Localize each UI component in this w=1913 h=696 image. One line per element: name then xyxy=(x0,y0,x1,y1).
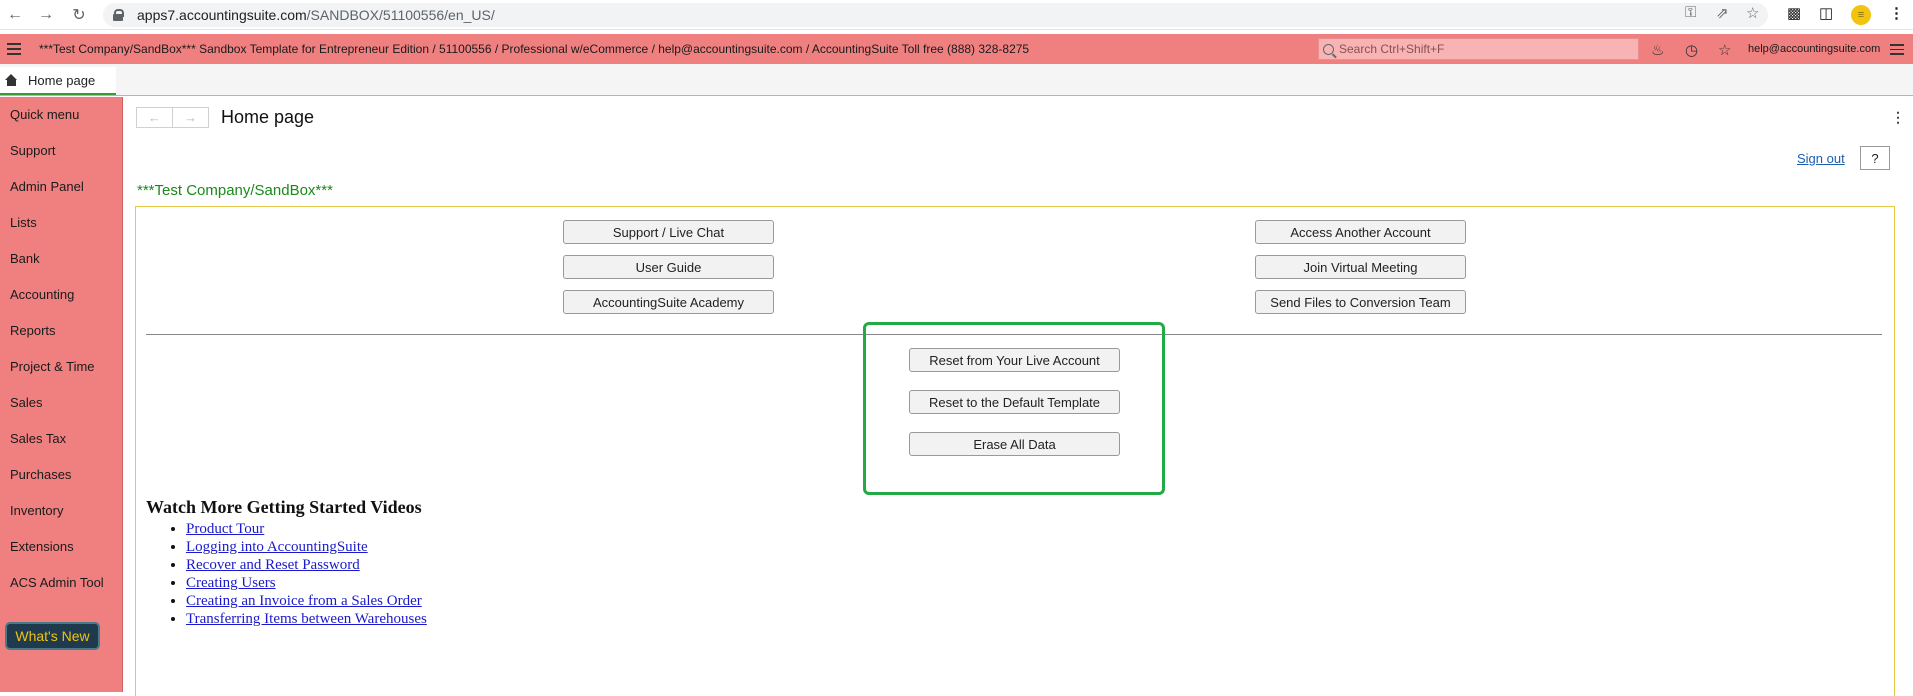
support-live-chat-button[interactable]: Support / Live Chat xyxy=(563,220,774,244)
list-item: Creating an Invoice from a Sales Order xyxy=(186,592,427,610)
join-virtual-meeting-button[interactable]: Join Virtual Meeting xyxy=(1255,255,1466,279)
sidebar-item-extensions[interactable]: Extensions xyxy=(10,539,74,554)
search-input[interactable] xyxy=(1339,42,1629,56)
star-icon[interactable]: ☆ xyxy=(1746,4,1759,22)
sidebar-item-accounting[interactable]: Accounting xyxy=(10,287,74,302)
video-link-reset-password[interactable]: Recover and Reset Password xyxy=(186,557,360,573)
help-button[interactable]: ? xyxy=(1860,146,1890,170)
tab-home-page[interactable]: Home page xyxy=(0,67,116,95)
video-link-product-tour[interactable]: Product Tour xyxy=(186,521,264,537)
sidebar-item-admin-panel[interactable]: Admin Panel xyxy=(10,179,84,194)
list-item: Product Tour xyxy=(186,520,427,538)
key-icon[interactable]: ⚿ xyxy=(1685,4,1696,21)
reset-default-template-button[interactable]: Reset to the Default Template xyxy=(909,390,1120,414)
sidebar-item-project-time[interactable]: Project & Time xyxy=(10,359,95,374)
sidebar-item-reports[interactable]: Reports xyxy=(10,323,56,338)
history-icon[interactable]: ◷ xyxy=(1685,41,1698,59)
tab-label: Home page xyxy=(28,72,96,88)
reload-icon[interactable]: ↻ xyxy=(68,4,90,26)
whats-new-button[interactable]: What's New xyxy=(5,622,100,650)
list-item: Creating Users xyxy=(186,574,427,592)
search-icon xyxy=(1323,43,1334,55)
send-files-button[interactable]: Send Files to Conversion Team xyxy=(1255,290,1466,314)
page-title: Home page xyxy=(221,107,315,127)
sidebar-item-sales[interactable]: Sales xyxy=(10,395,43,410)
address-bar[interactable]: apps7.accountingsuite.com/SANDBOX/511005… xyxy=(103,3,1768,27)
home-icon xyxy=(5,74,18,86)
global-search[interactable] xyxy=(1318,38,1639,60)
home-panel: Support / Live Chat User Guide Accountin… xyxy=(135,206,1895,696)
sidebar-item-lists[interactable]: Lists xyxy=(10,215,37,230)
forward-icon[interactable]: → xyxy=(35,4,57,26)
user-email[interactable]: help@accountingsuite.com xyxy=(1748,43,1880,55)
bell-icon[interactable]: ♨ xyxy=(1651,41,1664,59)
video-link-logging-in[interactable]: Logging into AccountingSuite xyxy=(186,539,368,555)
sidebar-item-acs-admin-tool[interactable]: ACS Admin Tool xyxy=(10,575,104,590)
kebab-icon[interactable]: ⋮ xyxy=(1891,109,1905,126)
sidebar-item-bank[interactable]: Bank xyxy=(10,251,40,266)
access-another-account-button[interactable]: Access Another Account xyxy=(1255,220,1466,244)
list-item: Recover and Reset Password xyxy=(186,556,427,574)
video-link-transferring-items[interactable]: Transferring Items between Warehouses xyxy=(186,611,427,627)
history-back-icon[interactable]: ← xyxy=(137,108,173,127)
main-content: ← → Home page ⋮ Sign out ? ***Test Compa… xyxy=(124,97,1913,696)
lock-icon xyxy=(113,9,124,21)
favorite-icon[interactable]: ☆ xyxy=(1718,41,1731,59)
company-name: ***Test Company/SandBox*** xyxy=(137,182,333,199)
sidebar-item-support[interactable]: Support xyxy=(10,143,56,158)
sidebar: Quick menu Support Admin Panel Lists Ban… xyxy=(0,97,123,692)
sidebar-icon[interactable]: ◫ xyxy=(1819,4,1833,22)
profile-avatar[interactable]: ≡ xyxy=(1851,5,1871,25)
sign-out-link[interactable]: Sign out xyxy=(1797,151,1845,166)
back-icon[interactable]: ← xyxy=(4,4,26,26)
academy-button[interactable]: AccountingSuite Academy xyxy=(563,290,774,314)
extensions-icon[interactable]: ▩ xyxy=(1787,4,1801,22)
settings-menu-icon[interactable] xyxy=(1890,44,1904,55)
videos-heading: Watch More Getting Started Videos xyxy=(146,497,422,517)
list-item: Transferring Items between Warehouses xyxy=(186,610,427,628)
share-icon[interactable]: ⇗ xyxy=(1716,4,1729,22)
user-guide-button[interactable]: User Guide xyxy=(563,255,774,279)
history-forward-icon[interactable]: → xyxy=(173,108,208,127)
sidebar-item-quick-menu[interactable]: Quick menu xyxy=(10,107,79,122)
videos-list: Product Tour Logging into AccountingSuit… xyxy=(186,520,427,628)
sidebar-item-purchases[interactable]: Purchases xyxy=(10,467,71,482)
sidebar-item-sales-tax[interactable]: Sales Tax xyxy=(10,431,66,446)
list-item: Logging into AccountingSuite xyxy=(186,538,427,556)
url-text: apps7.accountingsuite.com/SANDBOX/511005… xyxy=(137,7,495,23)
browser-menu-icon[interactable]: ⋮ xyxy=(1889,4,1904,22)
video-link-creating-users[interactable]: Creating Users xyxy=(186,575,276,591)
app-header: ***Test Company/SandBox*** Sandbox Templ… xyxy=(0,34,1913,64)
history-nav: ← → xyxy=(136,107,209,128)
menu-icon[interactable] xyxy=(7,43,21,55)
sidebar-item-inventory[interactable]: Inventory xyxy=(10,503,63,518)
erase-all-data-button[interactable]: Erase All Data xyxy=(909,432,1120,456)
browser-toolbar: ← → ↻ apps7.accountingsuite.com/SANDBOX/… xyxy=(0,0,1913,30)
tab-bar: Home page xyxy=(0,64,1913,96)
video-link-invoice-sales-order[interactable]: Creating an Invoice from a Sales Order xyxy=(186,593,422,609)
header-title: ***Test Company/SandBox*** Sandbox Templ… xyxy=(39,42,1030,56)
reset-from-live-button[interactable]: Reset from Your Live Account xyxy=(909,348,1120,372)
